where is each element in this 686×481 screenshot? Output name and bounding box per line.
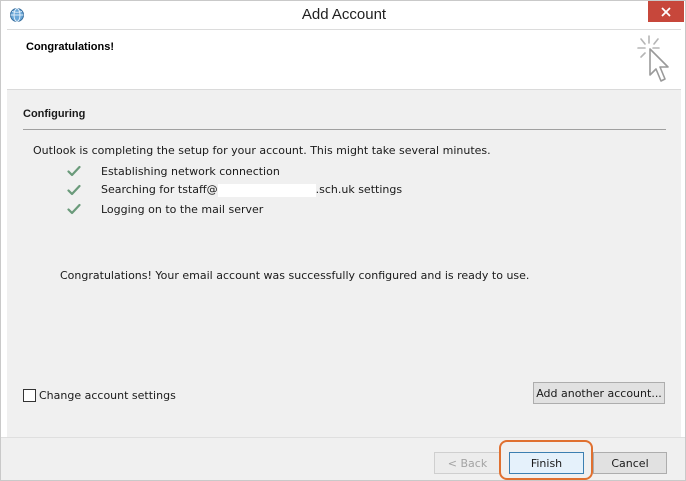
step-logon: Logging on to the mail server: [67, 201, 263, 217]
title-bar: Add Account: [1, 1, 685, 29]
close-button[interactable]: [648, 1, 684, 22]
wizard-cursor-icon: [635, 34, 675, 86]
section-divider: [23, 129, 666, 130]
step-network: Establishing network connection: [67, 163, 280, 179]
step-label: Logging on to the mail server: [101, 202, 264, 216]
window-title: Add Account: [301, 6, 387, 23]
wizard-header: Congratulations!: [7, 29, 681, 89]
change-settings-checkbox[interactable]: [23, 389, 36, 402]
header-title: Congratulations!: [26, 41, 114, 53]
finish-button[interactable]: Finish: [509, 452, 584, 474]
wizard-body: Configuring Outlook is completing the se…: [7, 89, 681, 437]
step-label-prefix: Searching for tstaff@: [101, 183, 218, 197]
change-settings-row[interactable]: Change account settings: [23, 389, 176, 402]
status-message: Outlook is completing the setup for your…: [33, 144, 491, 157]
dialog-footer: < Back Finish Cancel: [1, 437, 685, 480]
add-account-dialog: Add Account Congratulations! Configuring…: [0, 0, 686, 481]
change-settings-label: Change account settings: [39, 389, 176, 402]
success-message: Congratulations! Your email account was …: [60, 269, 530, 282]
checkmark-icon: [67, 165, 81, 177]
checkmark-icon: [67, 184, 81, 196]
step-label: Establishing network connection: [101, 164, 280, 178]
cancel-button[interactable]: Cancel: [593, 452, 667, 474]
checkmark-icon: [67, 203, 81, 215]
back-button[interactable]: < Back: [434, 452, 501, 474]
redacted-domain: [217, 183, 316, 197]
close-icon: [661, 6, 671, 17]
add-another-account-button[interactable]: Add another account...: [533, 382, 665, 404]
step-label: Searching for tstaff@ .sch.uk settings: [101, 183, 402, 197]
step-search-settings: Searching for tstaff@ .sch.uk settings: [67, 182, 402, 198]
section-title: Configuring: [23, 108, 86, 120]
step-label-suffix: .sch.uk settings: [315, 183, 403, 197]
